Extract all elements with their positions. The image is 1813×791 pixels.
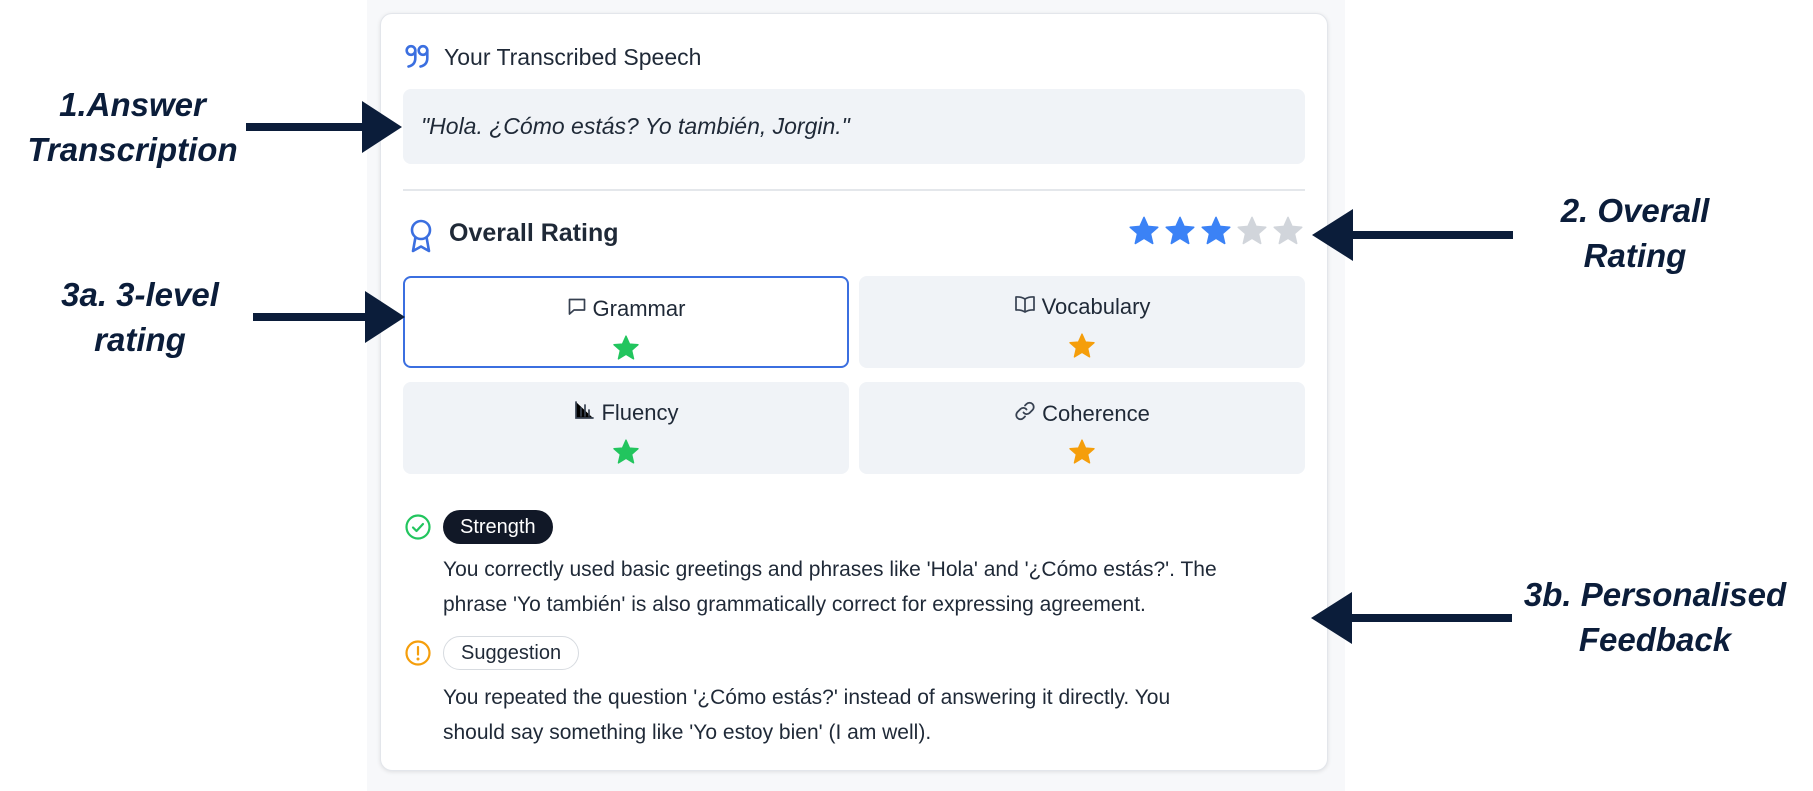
criterion-tile-grammar[interactable]: Grammar (403, 276, 849, 368)
annotation-overall-rating: 2. Overall Rating (1520, 188, 1750, 278)
message-square-icon (567, 296, 587, 322)
award-icon (407, 218, 435, 259)
rating-section-title: Overall Rating (449, 216, 619, 250)
arrow-icon (1311, 592, 1512, 644)
annotation-line: 3a. 3-level (61, 276, 219, 313)
suggestion-line: should say something like 'Yo estoy bien… (443, 721, 932, 744)
annotation-line: rating (94, 321, 186, 358)
annotation-line: Rating (1583, 237, 1687, 274)
annotation-line: Transcription (27, 131, 238, 168)
star-icon (1200, 215, 1232, 252)
book-open-icon (1014, 294, 1036, 320)
overall-star-rating (1128, 215, 1304, 252)
annotation-line: 2. Overall (1560, 192, 1710, 229)
criterion-label: Coherence (1042, 401, 1150, 426)
criterion-tile-coherence[interactable]: Coherence (859, 382, 1305, 474)
star-icon (1236, 215, 1268, 252)
arrow-icon (253, 291, 405, 343)
criterion-tile-fluency[interactable]: Fluency (403, 382, 849, 474)
strength-badge: Strength (443, 510, 553, 544)
annotation-transcription: 1.Answer Transcription (15, 82, 250, 172)
arrow-icon (1312, 209, 1513, 261)
criterion-star-icon (1068, 332, 1096, 360)
speech-title-text: Your Transcribed Speech (444, 43, 702, 70)
star-icon (1128, 215, 1160, 252)
strength-badge-label: Strength (460, 515, 536, 538)
link-icon (1014, 400, 1036, 428)
suggestion-text: You repeated the question '¿Cómo estás?'… (443, 680, 1313, 750)
arrow-icon (246, 101, 402, 153)
rating-title-text: Overall Rating (449, 218, 619, 247)
alert-circle-icon (404, 639, 432, 672)
criterion-star-icon (612, 334, 640, 362)
strength-line: phrase 'Yo también' is also grammaticall… (443, 593, 1146, 616)
quote-icon (404, 42, 432, 75)
criterion-star-icon (612, 438, 640, 466)
annotation-line: 3b. Personalised (1523, 576, 1787, 613)
speech-section-title: Your Transcribed Speech (444, 40, 701, 74)
annotation-personalised-feedback: 3b. Personalised Feedback (1510, 572, 1800, 662)
annotation-line: Feedback (1578, 621, 1732, 658)
strength-line: You correctly used basic greetings and p… (443, 558, 1217, 581)
criterion-star-icon (1068, 438, 1096, 466)
criterion-label: Fluency (601, 400, 679, 425)
criterion-label: Vocabulary (1041, 294, 1151, 319)
criterion-label: Grammar (592, 296, 686, 321)
annotation-three-level-rating: 3a. 3-level rating (25, 272, 255, 362)
bar-chart-icon (573, 400, 595, 426)
transcript-box: "Hola. ¿Cómo estás? Yo también, Jorgin." (403, 89, 1305, 164)
suggestion-badge-label: Suggestion (461, 641, 562, 664)
suggestion-badge: Suggestion (443, 636, 580, 670)
annotation-line: 1.Answer (59, 86, 206, 123)
criterion-tile-vocabulary[interactable]: Vocabulary (859, 276, 1305, 368)
suggestion-line: You repeated the question '¿Cómo estás?'… (443, 686, 1171, 709)
star-icon (1164, 215, 1196, 252)
section-divider (403, 189, 1305, 191)
star-icon (1272, 215, 1304, 252)
check-circle-icon (404, 513, 432, 546)
transcript-text: "Hola. ¿Cómo estás? Yo también, Jorgin." (421, 113, 850, 139)
strength-text: You correctly used basic greetings and p… (443, 552, 1313, 622)
